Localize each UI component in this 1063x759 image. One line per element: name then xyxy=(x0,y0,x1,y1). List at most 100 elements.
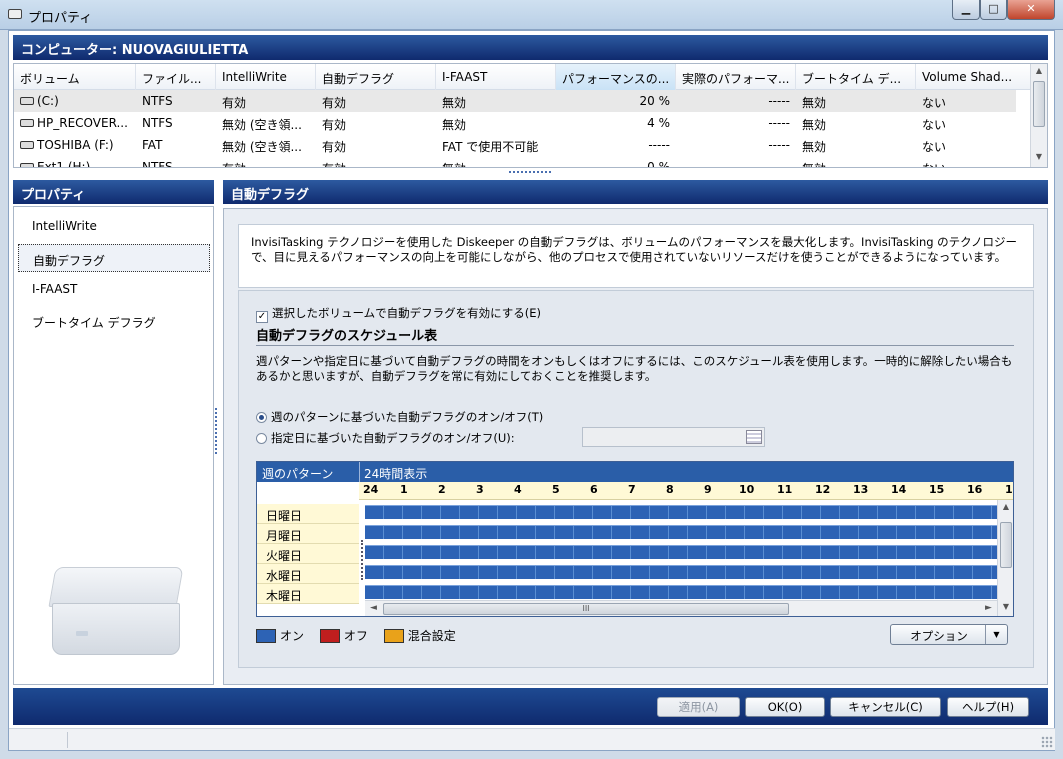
options-button[interactable]: オプション ▼ xyxy=(890,624,1008,645)
status-bar xyxy=(9,728,1055,750)
cell: ----- xyxy=(768,116,790,130)
cell: ない xyxy=(922,118,947,132)
nav-item-intelliwrite[interactable]: IntelliWrite xyxy=(18,212,210,240)
schedule-grid-header: 週のパターン 24時間表示 xyxy=(257,462,1013,482)
schedule-hscrollbar[interactable]: ◄ III ► xyxy=(365,600,997,616)
vertical-splitter-handle[interactable] xyxy=(215,408,218,454)
schedule-row-monday[interactable] xyxy=(365,525,997,539)
cell: 無効 xyxy=(796,156,916,167)
apply-button[interactable]: 適用(A) xyxy=(657,697,740,717)
volume-table-header: ボリューム ファイル... IntelliWrite 自動デフラグ I-FAAS… xyxy=(14,64,1032,90)
help-button[interactable]: ヘルプ(H) xyxy=(947,697,1029,717)
cell: 無効 xyxy=(802,96,827,110)
scroll-up-arrow[interactable]: ▲ xyxy=(1031,66,1047,80)
weekly-pattern-column-header: 週のパターン xyxy=(262,467,334,481)
radio-selected-icon[interactable] xyxy=(256,412,267,423)
nav-item-boot-time-defrag[interactable]: ブートタイム デフラグ xyxy=(18,307,210,335)
legend-on-swatch xyxy=(256,629,276,643)
properties-panel-title: プロパティ xyxy=(13,180,214,204)
maximize-button[interactable]: □ xyxy=(980,0,1007,20)
column-header-volume[interactable]: ボリューム xyxy=(14,64,136,90)
table-row[interactable]: (C:) NTFS 有効 有効 無効 20 % ----- 無効 ない xyxy=(14,90,1016,112)
table-row[interactable]: Ext1 (H:) NTFS 有効 有効 無効 0 % ----- 無効 ない xyxy=(14,156,1016,168)
title-bar[interactable]: プロパティ ▁ □ ✕ xyxy=(0,0,1063,30)
cell: NTFS xyxy=(142,94,173,108)
column-header-intelliwrite[interactable]: IntelliWrite xyxy=(216,64,316,90)
day-label-tuesday[interactable]: 火曜日 xyxy=(257,544,359,564)
column-header-filesystem[interactable]: ファイル... xyxy=(136,64,216,90)
cancel-button[interactable]: キャンセル(C) xyxy=(830,697,941,717)
ok-button[interactable]: OK(O) xyxy=(745,697,825,717)
chevron-down-icon[interactable]: ▼ xyxy=(985,625,1007,644)
column-header-performance[interactable]: パフォーマンスの... xyxy=(556,64,676,90)
divider xyxy=(256,345,1014,346)
auto-defrag-description: InvisiTasking テクノロジーを使用した Diskeeper の自動デ… xyxy=(238,224,1034,288)
weekly-pattern-label: 週のパターンに基づいた自動デフラグのオン/オフ(T) xyxy=(271,410,544,424)
hour-ruler: 24 1 2 3 4 5 6 7 8 9 10 11 12 13 14 15 1… xyxy=(359,482,1013,500)
day-label-thursday[interactable]: 木曜日 xyxy=(257,584,359,604)
cell: ----- xyxy=(768,138,790,152)
options-button-label: オプション xyxy=(910,629,968,643)
cell: ----- xyxy=(768,94,790,108)
schedule-row-tuesday[interactable] xyxy=(365,545,997,559)
grid-splitter-handle[interactable] xyxy=(361,540,363,580)
drive-icon xyxy=(20,97,34,105)
cell: ----- xyxy=(768,160,790,168)
schedule-row-sunday[interactable] xyxy=(365,505,997,519)
weekly-pattern-radio[interactable]: 週のパターンに基づいた自動デフラグのオン/オフ(T) xyxy=(256,409,543,425)
window-title: プロパティ xyxy=(28,11,93,26)
table-row[interactable]: HP_RECOVER... NTFS 無効 (空き領... 有効 無効 4 % … xyxy=(14,112,1016,134)
column-header-actual-performance[interactable]: 実際のパフォーマ... xyxy=(676,64,796,90)
radio-unselected-icon[interactable] xyxy=(256,433,267,444)
scroll-down-arrow[interactable]: ▼ xyxy=(1031,152,1047,166)
enable-auto-defrag-checkbox[interactable]: ✓ 選択したボリュームで自動デフラグを有効にする(E) xyxy=(256,305,541,323)
schedule-row-wednesday[interactable] xyxy=(365,565,997,579)
hour-label: 9 xyxy=(704,483,712,496)
table-row[interactable]: TOSHIBA (F:) FAT 無効 (空き領... 有効 FAT で使用不可… xyxy=(14,134,1016,156)
minimize-button[interactable]: ▁ xyxy=(952,0,980,20)
column-header-volume-shadow[interactable]: Volume Shad... xyxy=(916,64,1032,90)
cell: 有効 xyxy=(322,96,347,110)
hour-label: 7 xyxy=(628,483,636,496)
scroll-down-arrow[interactable]: ▼ xyxy=(998,602,1013,611)
volume-table-vscrollbar[interactable]: ▲ ▼ xyxy=(1030,64,1047,167)
cell: 4 % xyxy=(647,116,670,130)
day-label-sunday[interactable]: 日曜日 xyxy=(257,504,359,524)
cell: 無効 (空き領... xyxy=(222,118,302,132)
day-label-monday[interactable]: 月曜日 xyxy=(257,524,359,544)
hour-label: 24 xyxy=(363,483,379,496)
hour-label: 17 xyxy=(1005,483,1013,496)
scroll-thumb[interactable]: III xyxy=(383,603,789,615)
day-label-wednesday[interactable]: 水曜日 xyxy=(257,564,359,584)
hard-drive-illustration-icon xyxy=(48,567,184,657)
resize-grip-icon[interactable] xyxy=(1041,736,1053,748)
schedule-grid: 週のパターン 24時間表示 24 1 2 3 4 5 6 7 8 9 10 11… xyxy=(256,461,1014,617)
nav-item-auto-defrag[interactable]: 自動デフラグ xyxy=(18,244,210,272)
column-header-boot-time[interactable]: ブートタイム デ... xyxy=(796,64,916,90)
specific-date-radio[interactable]: 指定日に基づいた自動デフラグのオン/オフ(U): xyxy=(256,430,515,446)
calendar-icon[interactable] xyxy=(746,430,762,444)
scroll-thumb[interactable] xyxy=(1000,522,1012,568)
schedule-row-thursday[interactable] xyxy=(365,585,997,599)
scroll-thumb[interactable] xyxy=(1033,81,1045,127)
cell: 無効 xyxy=(436,156,556,167)
close-button[interactable]: ✕ xyxy=(1007,0,1055,20)
scroll-up-arrow[interactable]: ▲ xyxy=(998,502,1013,511)
column-header-auto-defrag[interactable]: 自動デフラグ xyxy=(316,64,436,90)
date-picker[interactable] xyxy=(582,427,765,447)
drive-icon xyxy=(20,163,34,167)
cell: 無効 xyxy=(442,96,467,110)
scroll-left-arrow[interactable]: ◄ xyxy=(370,603,377,613)
drive-icon xyxy=(8,9,22,19)
hour-label: 3 xyxy=(476,483,484,496)
schedule-vscrollbar[interactable]: ▲ ▼ xyxy=(997,500,1013,616)
checkbox-checked-icon[interactable]: ✓ xyxy=(256,311,268,323)
cell: ない xyxy=(922,96,947,110)
column-header-ifaast[interactable]: I-FAAST xyxy=(436,64,556,90)
computer-banner: コンピューター: NUOVAGIULIETTA xyxy=(13,35,1048,60)
hour-label: 5 xyxy=(552,483,560,496)
nav-item-ifaast[interactable]: I-FAAST xyxy=(18,275,210,303)
scroll-right-arrow[interactable]: ► xyxy=(985,603,992,613)
cell: 無効 xyxy=(802,140,827,154)
horizontal-splitter-handle[interactable] xyxy=(509,171,551,174)
